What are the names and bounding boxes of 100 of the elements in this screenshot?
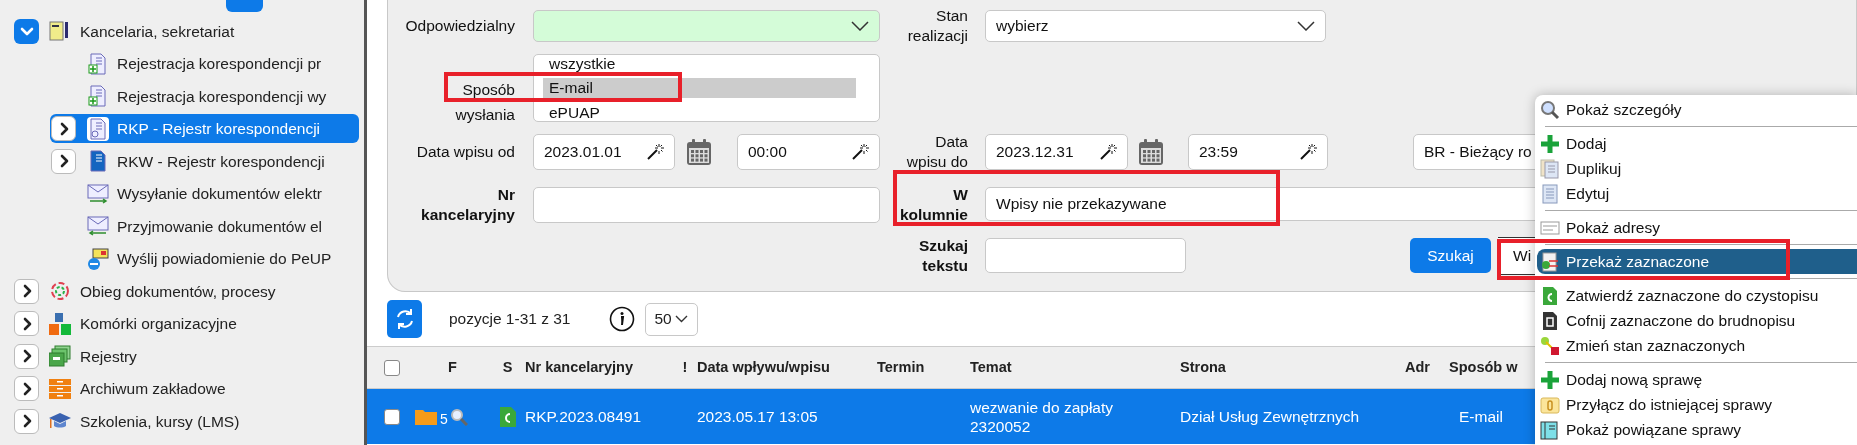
drawers-icon bbox=[49, 377, 71, 400]
menu-item[interactable]: Duplikuj bbox=[1537, 156, 1857, 181]
search-icon bbox=[1540, 99, 1560, 120]
forward-document-icon bbox=[1540, 251, 1560, 272]
cycle-icon bbox=[49, 280, 71, 303]
plus-icon bbox=[1540, 369, 1560, 390]
sidebar-button[interactable] bbox=[226, 0, 263, 12]
list-option[interactable]: E-mail bbox=[543, 78, 856, 98]
menu-item[interactable]: Cofnij zaznaczone do brudnopisu bbox=[1537, 308, 1857, 333]
wand-icon[interactable] bbox=[851, 143, 869, 161]
menu-item[interactable]: Zatwierdź zaznaczone do czystopisu bbox=[1537, 283, 1857, 308]
column-header[interactable]: Sposób w bbox=[1449, 358, 1518, 375]
table-cell: RKP.2023.08491 bbox=[525, 407, 642, 425]
tree-item-label[interactable]: Wysyłanie dokumentów elektr bbox=[117, 182, 322, 206]
binder-icon bbox=[1540, 419, 1560, 440]
document-icon bbox=[88, 85, 108, 108]
input-field[interactable]: 2023.01.01 bbox=[533, 134, 675, 170]
info-icon[interactable] bbox=[608, 306, 635, 332]
table-cell: E-mail bbox=[1459, 407, 1503, 425]
input-field[interactable]: 23:59 bbox=[1188, 134, 1328, 170]
column-header[interactable]: Adr bbox=[1405, 358, 1430, 375]
calendar-icon[interactable] bbox=[686, 138, 712, 166]
document-icon bbox=[1540, 183, 1560, 204]
menu-item[interactable]: Przyłącz do istniejącej sprawy bbox=[1537, 392, 1857, 417]
input-field[interactable] bbox=[985, 238, 1186, 273]
document-icon bbox=[498, 405, 517, 428]
column-header[interactable]: F bbox=[448, 358, 457, 375]
envelope-icon bbox=[87, 183, 109, 204]
tree-item-label[interactable]: Przyjmowanie dokumentów el bbox=[117, 214, 323, 238]
input-field[interactable]: 2023.12.31 bbox=[985, 134, 1128, 170]
wand-icon[interactable] bbox=[1099, 143, 1117, 161]
search-icon[interactable] bbox=[449, 407, 468, 426]
caret-icon bbox=[674, 315, 688, 323]
folder-icon bbox=[415, 408, 437, 425]
expand-toggle[interactable] bbox=[14, 311, 39, 337]
checkbox[interactable] bbox=[384, 359, 400, 376]
copy-icon bbox=[1540, 158, 1560, 179]
tree-item-label[interactable]: RKW - Rejestr korespondencji bbox=[117, 149, 325, 173]
list-option[interactable]: wszystkie bbox=[543, 55, 856, 72]
field-label: Odpowiedzialny bbox=[405, 16, 515, 36]
wand-icon[interactable] bbox=[1299, 143, 1317, 161]
menu-item[interactable]: Pokaż szczegóły bbox=[1537, 97, 1857, 122]
input-field[interactable] bbox=[533, 187, 880, 223]
menu-item[interactable]: Przekaż zaznaczone bbox=[1537, 249, 1857, 274]
stack-icon bbox=[49, 345, 71, 368]
column-header[interactable]: Data wpływu/wpisu bbox=[697, 358, 830, 375]
plus-icon bbox=[1540, 133, 1560, 154]
list-box[interactable]: wszystkie E-mail ePUAP bbox=[533, 54, 880, 122]
field-label: Sposób wysłania bbox=[454, 80, 515, 125]
column-header[interactable]: Nr kancelaryjny bbox=[525, 358, 633, 375]
document-icon bbox=[1540, 285, 1560, 306]
document-icon bbox=[1540, 310, 1560, 331]
tree-item-label[interactable]: Archiwum zakładowe bbox=[80, 377, 226, 401]
tree-item-label[interactable]: Komórki organizacyjne bbox=[80, 312, 237, 336]
menu-item[interactable]: Zmień stan zaznaczonych bbox=[1537, 333, 1857, 358]
tree-item-label[interactable]: Rejestry bbox=[80, 344, 137, 368]
tree-item-label[interactable]: Wyślij powiadomienie do PeUP bbox=[117, 247, 332, 271]
page-size-select[interactable]: 50 bbox=[644, 302, 698, 336]
column-header[interactable]: Temat bbox=[970, 358, 1012, 375]
menu-item[interactable]: Dodaj nową sprawę bbox=[1537, 367, 1857, 392]
folder-count: 5 bbox=[440, 410, 448, 429]
tree-item-label[interactable]: Rejestracja korespondencji pr bbox=[117, 52, 322, 76]
state-change-icon bbox=[1540, 335, 1560, 356]
tree-item-label[interactable]: Kancelaria, sekretariat bbox=[80, 19, 235, 43]
list-option[interactable]: ePUAP bbox=[543, 104, 856, 121]
field-label: Data wpisu od bbox=[416, 142, 515, 162]
refresh-button[interactable] bbox=[387, 300, 422, 338]
caret-icon bbox=[851, 21, 869, 31]
search-button[interactable]: Szukaj bbox=[1410, 238, 1491, 273]
range-text: pozycje 1-31 z 31 bbox=[449, 309, 571, 330]
tree-item-label[interactable]: Rejestracja korespondencji wy bbox=[117, 84, 327, 108]
expand-toggle[interactable] bbox=[51, 148, 76, 174]
column-header[interactable]: ! bbox=[682, 358, 688, 375]
expand-toggle[interactable] bbox=[14, 343, 39, 369]
document-icon bbox=[88, 52, 108, 75]
blocks-icon bbox=[49, 312, 71, 335]
menu-item[interactable]: Pokaż powiązane sprawy bbox=[1537, 417, 1857, 442]
tree-item-label[interactable]: Obieg dokumentów, procesy bbox=[80, 279, 276, 303]
expand-toggle[interactable] bbox=[14, 408, 39, 434]
tree-item-label[interactable]: Szkolenia, kursy (LMS) bbox=[80, 409, 240, 433]
select-field[interactable]: wybierz bbox=[985, 10, 1326, 42]
calendar-icon[interactable] bbox=[1138, 138, 1164, 166]
wand-icon[interactable] bbox=[646, 143, 664, 161]
input-field[interactable]: 00:00 bbox=[737, 134, 880, 170]
document-icon bbox=[88, 150, 108, 173]
select-field[interactable] bbox=[533, 10, 880, 42]
checkbox[interactable] bbox=[384, 408, 400, 425]
field-label: Stan realizacji bbox=[906, 6, 968, 46]
column-header[interactable]: S bbox=[502, 358, 513, 375]
expand-toggle[interactable] bbox=[14, 18, 39, 44]
field-label: W kolumnie bbox=[898, 185, 968, 225]
caret-icon bbox=[1297, 21, 1315, 31]
expand-toggle[interactable] bbox=[14, 376, 39, 402]
column-header[interactable]: Termin bbox=[877, 358, 925, 375]
table-cell: Dział Usług Zewnętrznych bbox=[1180, 407, 1360, 425]
expand-toggle[interactable] bbox=[14, 278, 39, 304]
notification-icon bbox=[87, 247, 109, 270]
column-header[interactable]: Strona bbox=[1180, 358, 1226, 375]
expand-toggle[interactable] bbox=[51, 116, 76, 142]
menu-item[interactable]: Dodaj bbox=[1537, 131, 1857, 156]
